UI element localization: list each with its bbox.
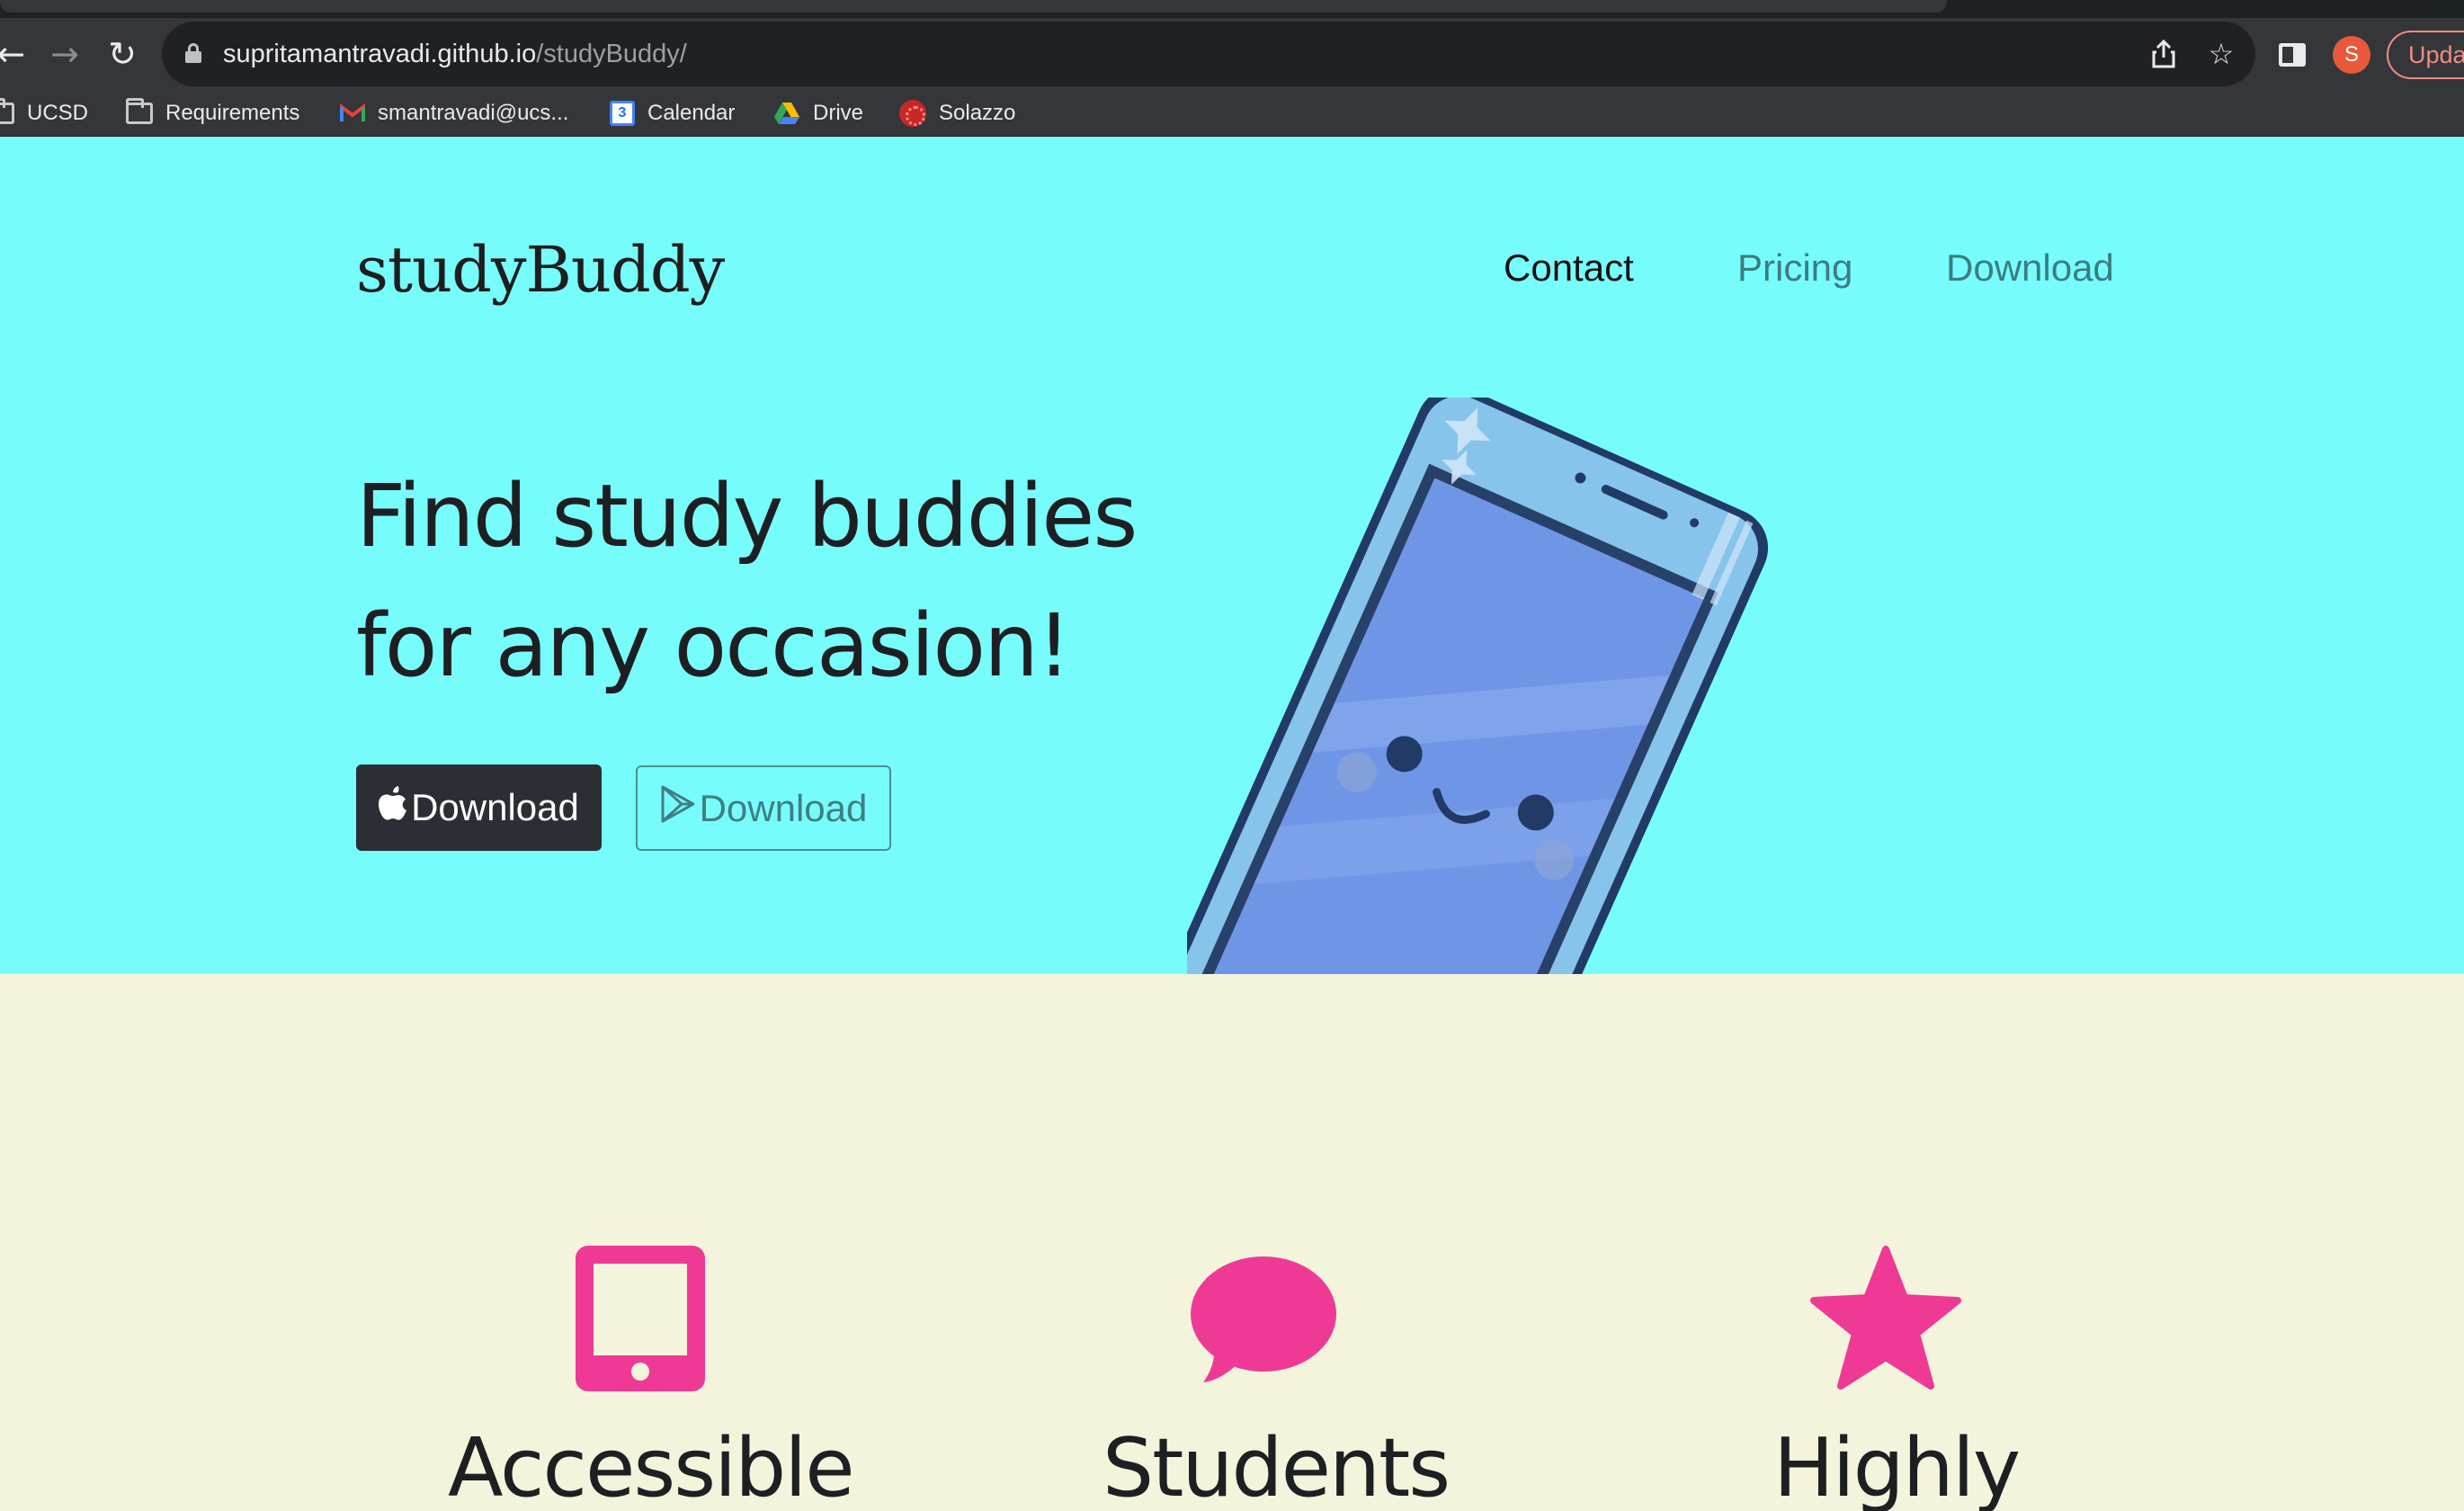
gmail-icon [340, 103, 365, 123]
bookmark-label: Drive [813, 101, 864, 125]
bookmark-label: Solazzo [939, 101, 1016, 125]
google-play-download-button[interactable]: Download [636, 765, 891, 851]
app-store-download-button[interactable]: Download [356, 764, 602, 851]
nav-contact-link[interactable]: Contact [1504, 239, 1634, 297]
apple-icon [379, 764, 407, 851]
side-panel-icon[interactable] [2279, 43, 2306, 67]
bookmark-label: smantravadi@ucs... [378, 101, 569, 125]
folder-icon [126, 98, 153, 124]
browser-toolbar: ← → ↻ supritamantravadi.github.io/studyB… [0, 18, 2464, 90]
calendar-icon: 3 [610, 101, 635, 126]
active-tab[interactable] [0, 0, 1947, 13]
bookmark-drive[interactable]: Drive [773, 97, 863, 130]
bookmark-ucsd[interactable]: UCSD [0, 97, 88, 130]
bookmark-star-icon[interactable]: ☆ [2201, 34, 2241, 74]
bookmarks-bar: UCSD Requirements smantravadi@ucs... 3 C… [0, 90, 2464, 137]
features-section: Accessible Students Highly [0, 974, 2464, 1511]
folder-icon [0, 98, 14, 124]
tablet-icon [576, 1246, 705, 1391]
drive-icon [773, 102, 800, 125]
forward-arrow-icon[interactable]: → [41, 31, 88, 77]
reload-icon[interactable]: ↻ [99, 31, 146, 77]
bookmark-calendar[interactable]: 3 Calendar [610, 97, 735, 130]
tab-strip [0, 0, 2464, 18]
lock-icon[interactable] [185, 43, 201, 63]
url-path: /studyBuddy/ [536, 40, 687, 68]
update-button[interactable]: Upda [2387, 31, 2464, 79]
share-icon[interactable] [2144, 34, 2183, 74]
address-bar[interactable]: supritamantravadi.github.io/studyBuddy/ … [162, 22, 2255, 86]
back-arrow-icon[interactable]: ← [0, 31, 34, 77]
smiling-phone-illustration [1187, 398, 1769, 974]
apple-download-label: Download [411, 786, 579, 828]
url-host: supritamantravadi.github.io [223, 40, 537, 68]
play-store-icon [660, 785, 696, 832]
feature-title-accessible: Accessible [448, 1421, 855, 1511]
bookmark-label: UCSD [27, 101, 89, 125]
bookmark-gmail[interactable]: smantravadi@ucs... [340, 97, 568, 130]
nav-pricing-link[interactable]: Pricing [1737, 239, 1852, 297]
feature-title-highly: Highly [1773, 1421, 2021, 1511]
feature-title-students: Students [1103, 1421, 1451, 1511]
bookmark-label: Calendar [647, 101, 736, 125]
bookmark-solazzo[interactable]: Solazzo [899, 97, 1015, 130]
url-text[interactable]: supritamantravadi.github.io/studyBuddy/ [223, 34, 687, 74]
solazzo-icon [899, 100, 926, 127]
nav-download-link[interactable]: Download [1946, 239, 2114, 297]
hero-headline: Find study buddies for any occasion! [356, 466, 1138, 696]
bookmark-label: Requirements [165, 101, 300, 125]
star-icon [1810, 1246, 1961, 1390]
bookmark-requirements[interactable]: Requirements [126, 97, 299, 130]
profile-avatar[interactable]: S [2333, 36, 2370, 74]
play-download-label: Download [699, 786, 868, 829]
hero-section: studyBuddy Contact Pricing Download Find… [0, 137, 2464, 974]
brand-logo[interactable]: studyBuddy [356, 227, 725, 313]
chat-bubble-icon [1191, 1256, 1336, 1382]
